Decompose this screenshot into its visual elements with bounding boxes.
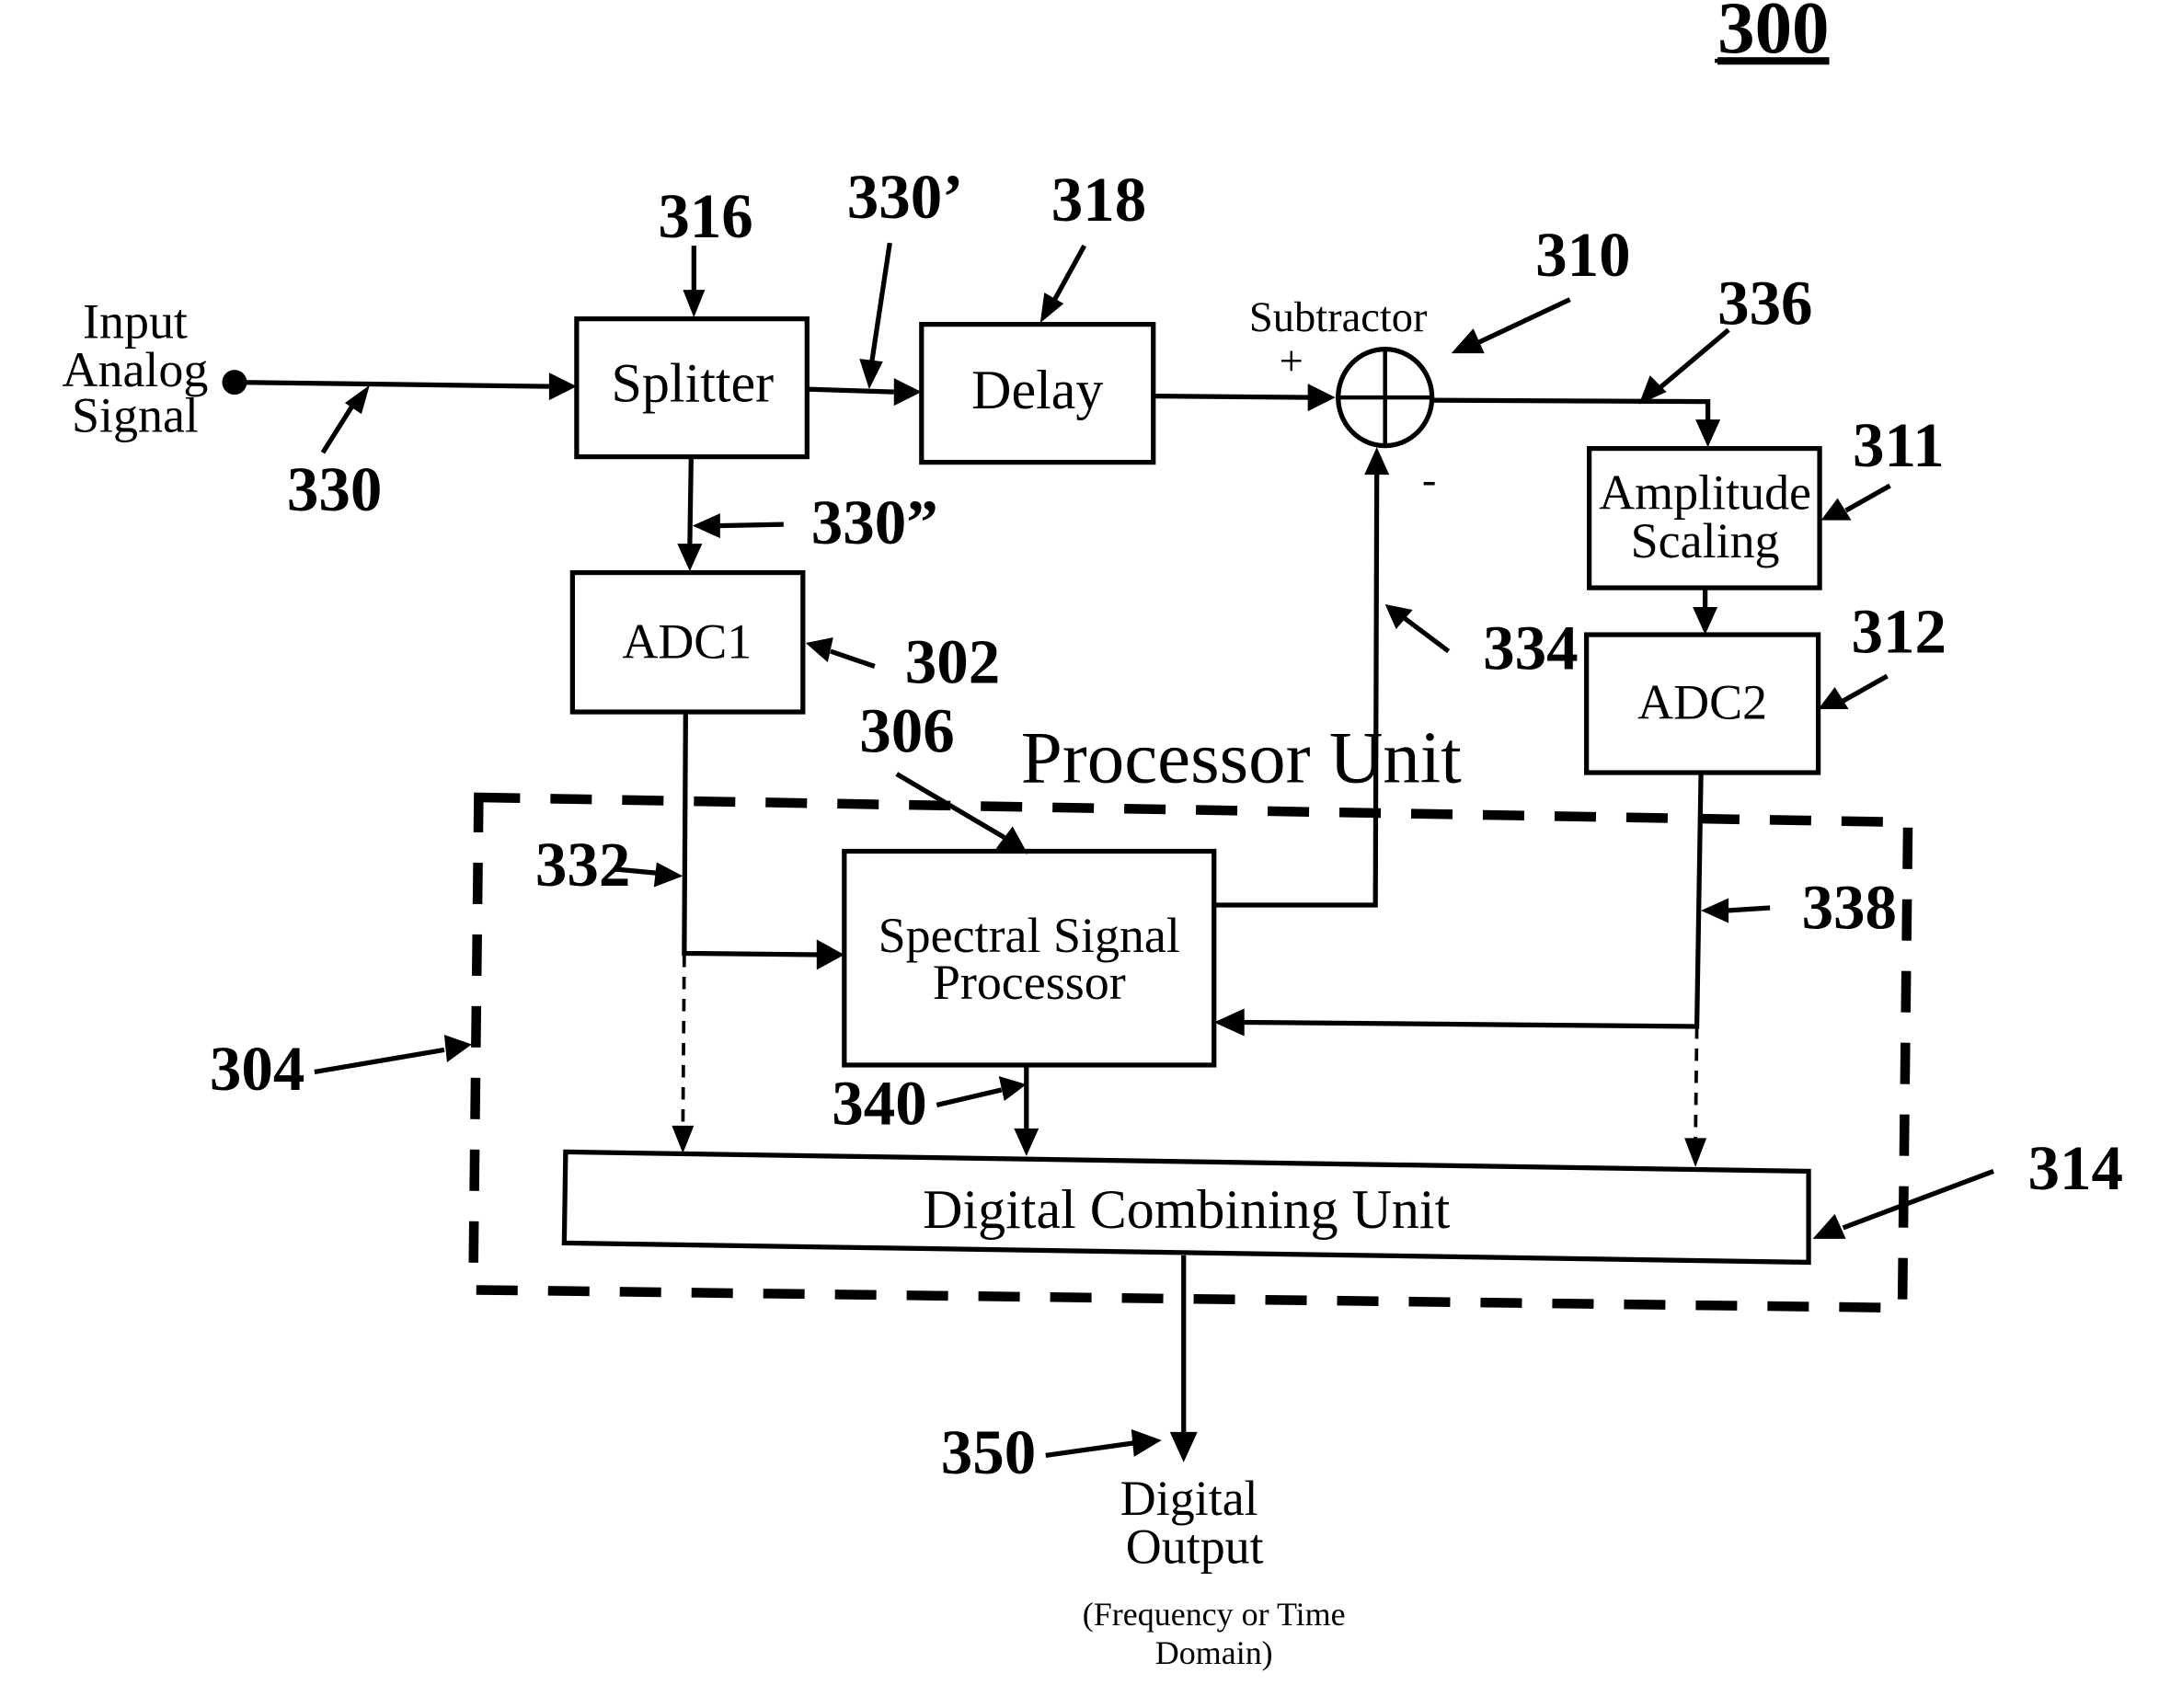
ref-330: 330 <box>287 454 382 524</box>
arrowhead-subtractor-minus-in <box>1364 447 1390 476</box>
wire-adc2-to-ssp <box>1241 772 1704 1029</box>
arrowhead-splitter-in <box>548 373 577 401</box>
ref-316: 316 <box>658 181 752 251</box>
ref-pointer-336 <box>1656 327 1730 392</box>
ref-350: 350 <box>941 1417 1036 1487</box>
figure-number: 300 <box>1717 0 1829 69</box>
ref-312: 312 <box>1852 597 1947 667</box>
ref-330-double-prime: 330” <box>811 487 938 557</box>
ref-pointer-350-head <box>1131 1428 1162 1457</box>
ref-pointer-330-prime <box>869 242 892 362</box>
input-label-line-3: Signal <box>72 388 199 443</box>
output-label-line-2: Output <box>1126 1519 1264 1574</box>
arrowhead-ssp-right-in <box>1213 1008 1245 1037</box>
ref-pointer-334 <box>1403 615 1451 654</box>
ref-330-prime: 330’ <box>847 162 963 232</box>
arrowhead-combiner-right-in <box>1684 1138 1707 1167</box>
ref-pointer-350 <box>1045 1440 1135 1458</box>
arrowhead-amplitude-in <box>1695 419 1721 448</box>
ref-311: 311 <box>1853 410 1945 480</box>
adc2-label: ADC2 <box>1637 675 1767 730</box>
arrowhead-combiner-center-in <box>1014 1128 1039 1156</box>
arrowhead-combiner-left-in <box>672 1125 695 1153</box>
block-diagram: 300 Input Analog Signal 330 Splitter 316… <box>63 0 2123 1671</box>
input-label-line-1: Input <box>83 294 188 350</box>
arrowhead-delay-in <box>893 378 922 407</box>
wire-splitter-to-delay <box>807 386 894 395</box>
ref-pointer-304-head <box>443 1034 472 1062</box>
digital-combining-unit-label: Digital Combining Unit <box>923 1179 1450 1240</box>
ref-pointer-332-head <box>653 862 683 888</box>
wire-splitter-to-adc1 <box>687 456 694 547</box>
ref-pointer-318-head <box>1039 292 1064 324</box>
subtractor-plus-sign: + <box>1280 338 1303 385</box>
wire-subtractor-to-amplitude-scaling <box>1431 397 1711 423</box>
ref-340: 340 <box>832 1068 926 1138</box>
ref-334: 334 <box>1483 613 1578 683</box>
amplitude-scaling-label-line-2: Scaling <box>1631 513 1780 568</box>
ref-306: 306 <box>859 696 954 766</box>
ref-pointer-330-double-prime-head <box>692 513 720 539</box>
ref-pointer-312 <box>1842 673 1889 704</box>
amplitude-scaling-label-line-1: Amplitude <box>1599 465 1811 521</box>
ref-pointer-330 <box>320 398 359 454</box>
output-note-line-2: Domain) <box>1155 1634 1273 1671</box>
arrowhead-ssp-left-in <box>816 939 844 970</box>
ref-pointer-314 <box>1842 1168 1994 1231</box>
ref-318: 318 <box>1051 165 1146 235</box>
arrowhead-output <box>1169 1431 1198 1462</box>
ref-310: 310 <box>1535 220 1630 290</box>
ref-338: 338 <box>1802 872 1897 942</box>
processor-unit-label: Processor Unit <box>1021 716 1463 799</box>
ref-pointer-334-head <box>1384 604 1413 630</box>
input-analog-signal-label: Input Analog Signal <box>63 294 209 443</box>
ref-pointer-338-head <box>1701 898 1729 923</box>
ref-314: 314 <box>2028 1133 2123 1203</box>
ref-302: 302 <box>905 627 1000 697</box>
splitter-label: Splitter <box>612 353 775 414</box>
wire-input-to-splitter <box>234 379 549 389</box>
ref-pointer-340 <box>936 1087 1003 1107</box>
ref-pointer-316-head <box>683 290 706 318</box>
output-note-line-1: (Frequency or Time <box>1083 1596 1346 1633</box>
ssp-label-line-2: Processor <box>933 955 1126 1010</box>
ref-pointer-314-head <box>1812 1213 1846 1239</box>
wire-adc1-to-ssp <box>682 712 820 957</box>
ref-332: 332 <box>535 830 630 900</box>
ref-pointer-304 <box>314 1047 445 1075</box>
delay-label: Delay <box>971 360 1103 420</box>
subtractor-minus-sign: - <box>1422 457 1436 504</box>
arrowhead-adc1-in <box>677 544 703 572</box>
ref-pointer-302-head <box>805 637 833 663</box>
ref-pointer-338 <box>1727 905 1771 913</box>
ref-pointer-340-head <box>998 1075 1027 1101</box>
ref-pointer-302 <box>829 648 876 670</box>
ref-336: 336 <box>1717 269 1812 338</box>
ref-pointer-330-double-prime <box>717 522 784 529</box>
ref-pointer-310 <box>1477 297 1571 345</box>
adc1-label: ADC1 <box>622 614 752 670</box>
arrowhead-adc2-in <box>1693 607 1718 636</box>
arrowhead-subtractor-plus-in <box>1307 384 1336 412</box>
ref-pointer-311 <box>1844 483 1891 513</box>
ref-pointer-330-prime-head <box>859 359 883 390</box>
ref-pointer-318 <box>1051 244 1087 303</box>
wire-ssp-to-subtractor <box>1213 472 1380 908</box>
ref-304: 304 <box>210 1034 304 1104</box>
subtractor-label: Subtractor <box>1249 294 1428 341</box>
output-label-line-1: Digital <box>1120 1471 1258 1526</box>
wire-delay-to-subtractor <box>1153 393 1311 400</box>
wire-adc2-to-combiner-dashed <box>1694 1026 1699 1141</box>
